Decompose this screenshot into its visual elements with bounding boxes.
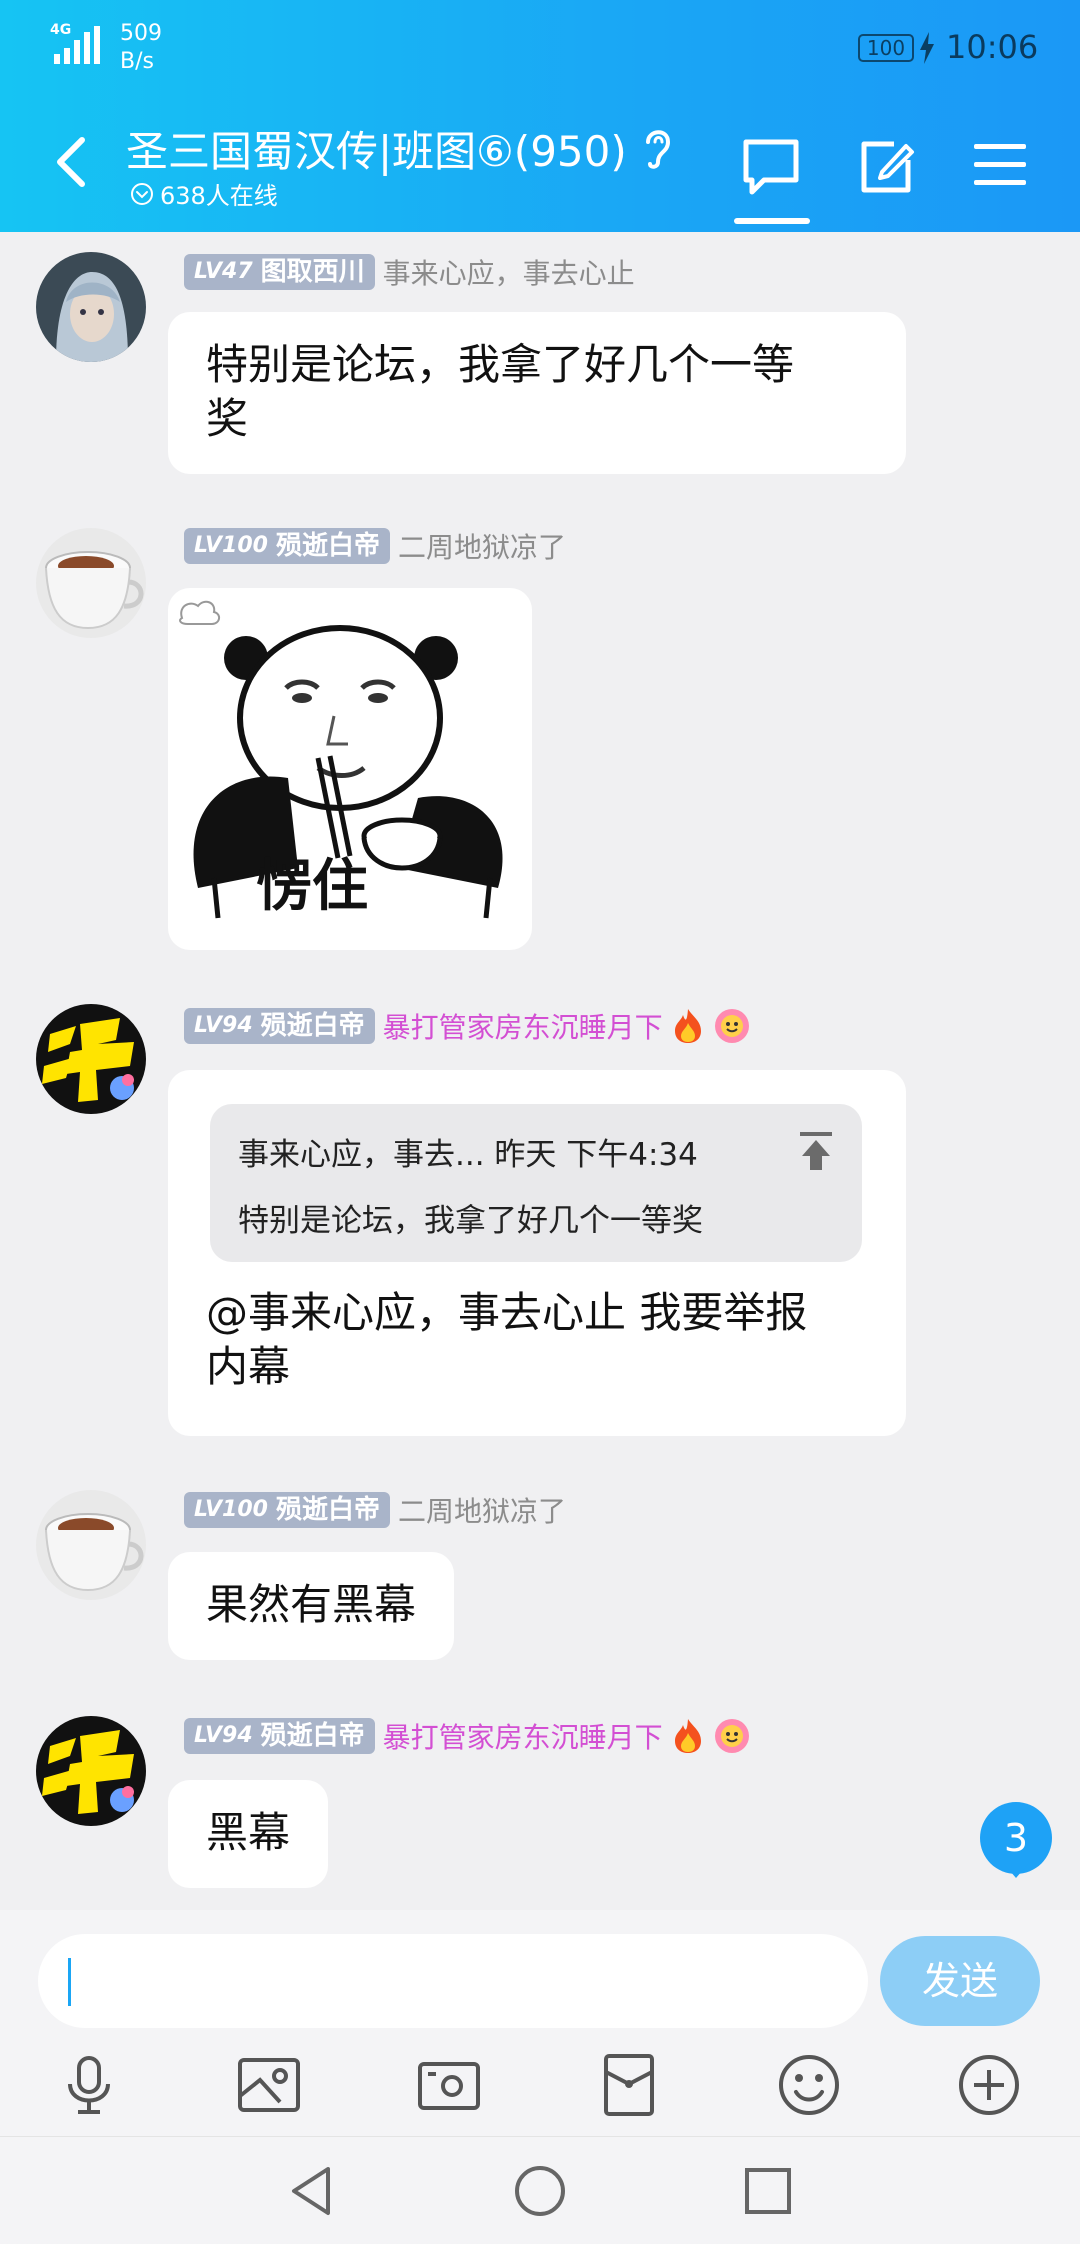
sender-name: 殒逝白帝 — [260, 1721, 365, 1751]
back-icon[interactable] — [48, 132, 98, 192]
sender-meta: LV47 图取西川 事来心应，事去心止 — [184, 254, 635, 290]
avatar-image — [36, 1490, 146, 1600]
quote-header: 事来心应，事去... 昨天 下午4:34 — [238, 1137, 698, 1173]
active-tab-indicator — [734, 218, 810, 224]
level-badge: LV94 殒逝白帝 — [184, 1718, 375, 1754]
clock: 10:06 — [946, 28, 1039, 66]
photo-icon[interactable] — [234, 2050, 304, 2120]
group-title[interactable]: 圣三国蜀汉传|班图⑥(950) — [126, 118, 627, 179]
flower-face-icon — [714, 1719, 749, 1753]
level-text: LV94 — [194, 1723, 253, 1748]
message-line: @事来心应，事去心止 我要举报 — [206, 1288, 808, 1337]
member-title: 暴打管家房东沉睡月下 — [382, 1721, 663, 1754]
mic-icon[interactable] — [54, 2050, 124, 2120]
emoji-icon[interactable] — [774, 2050, 844, 2120]
online-icon — [131, 182, 153, 205]
status-bar: 4G 509 B/s 100 10:06 — [0, 0, 1080, 96]
flower-face-icon — [714, 1009, 749, 1043]
nav-back-icon[interactable] — [284, 2163, 340, 2219]
nav-home-icon[interactable] — [512, 2163, 568, 2219]
chat-icon[interactable] — [740, 136, 802, 198]
sender-name: 殒逝白帝 — [260, 1011, 365, 1041]
signal-icon — [54, 26, 100, 64]
sender-name: 殒逝白帝 — [275, 1495, 380, 1525]
message-text: 黑幕 — [206, 1808, 291, 1857]
message-bubble[interactable]: 黑幕 — [168, 1780, 329, 1888]
plus-icon[interactable] — [954, 2050, 1024, 2120]
red-packet-icon[interactable] — [594, 2050, 664, 2120]
speed-value: 509 — [120, 21, 162, 46]
avatar-image — [36, 1004, 146, 1114]
member-title: 二周地狱凉了 — [397, 1495, 566, 1528]
level-text: LV94 — [194, 1013, 253, 1038]
fire-icon — [674, 1009, 701, 1043]
sticker-caption: 愣住 — [256, 854, 368, 919]
composer: 发送 — [0, 1910, 1080, 2136]
message-bubble[interactable]: 特别是论坛，我拿了好几个一等 奖 — [168, 312, 906, 474]
message-input[interactable] — [38, 1934, 868, 2028]
text-caret — [68, 1958, 71, 2006]
speed-unit: B/s — [120, 49, 154, 74]
fire-icon — [674, 1719, 701, 1753]
jump-to-top-icon[interactable] — [796, 1130, 836, 1172]
message-bubble[interactable]: 果然有黑幕 — [168, 1552, 455, 1660]
network-speed: 509 B/s — [120, 20, 162, 76]
sender-meta: LV100 殒逝白帝 二周地狱凉了 — [184, 1492, 566, 1528]
avatar-image — [36, 252, 146, 362]
sender-meta: LV100 殒逝白帝 二周地狱凉了 — [184, 528, 566, 564]
reply-bubble[interactable]: 事来心应，事去... 昨天 下午4:34 特别是论坛，我拿了好几个一等奖 @事来… — [168, 1070, 906, 1436]
member-title: 二周地狱凉了 — [397, 531, 566, 564]
avatar[interactable] — [36, 252, 146, 362]
member-title: 事来心应，事去心止 — [382, 257, 635, 290]
avatar[interactable] — [36, 528, 146, 638]
compose-icon[interactable] — [856, 136, 916, 196]
message-line: 内幕 — [206, 1342, 291, 1391]
avatar[interactable] — [36, 1490, 146, 1600]
level-text: LV100 — [194, 1497, 268, 1522]
sender-meta: LV94 殒逝白帝 暴打管家房东沉睡月下 — [184, 1008, 751, 1044]
message-text: 果然有黑幕 — [206, 1580, 417, 1629]
sender-meta: LV94 殒逝白帝 暴打管家房东沉睡月下 — [184, 1718, 751, 1754]
app-header: 4G 509 B/s 100 10:06 圣三国蜀汉传|班图⑥(950) 638… — [0, 0, 1080, 232]
quoted-message[interactable]: 事来心应，事去... 昨天 下午4:34 特别是论坛，我拿了好几个一等奖 — [210, 1104, 862, 1262]
battery-icon: 100 — [858, 34, 914, 62]
avatar-image — [36, 528, 146, 638]
charging-icon — [920, 32, 934, 64]
sticker-bubble[interactable]: 愣住 — [168, 588, 532, 950]
send-button[interactable]: 发送 — [880, 1936, 1040, 2026]
sender-name: 图取西川 — [260, 257, 365, 287]
nav-recents-icon[interactable] — [740, 2163, 796, 2219]
member-title: 暴打管家房东沉睡月下 — [382, 1011, 663, 1044]
sender-name: 殒逝白帝 — [275, 531, 380, 561]
level-badge: LV47 图取西川 — [184, 254, 375, 290]
quote-body: 特别是论坛，我拿了好几个一等奖 — [238, 1203, 703, 1239]
level-text: LV100 — [194, 533, 268, 558]
avatar[interactable] — [36, 1716, 146, 1826]
system-nav-bar — [0, 2136, 1080, 2244]
level-badge: LV94 殒逝白帝 — [184, 1008, 375, 1044]
online-count: 638人在线 — [160, 182, 278, 210]
message-line: 奖 — [206, 394, 249, 443]
reply-text: @事来心应，事去心止 我要举报 内幕 — [206, 1286, 807, 1394]
menu-icon[interactable] — [972, 140, 1028, 190]
message-line: 特别是论坛，我拿了好几个一等 — [206, 340, 795, 389]
ear-icon[interactable] — [638, 124, 678, 172]
level-badge: LV100 殒逝白帝 — [184, 528, 390, 564]
level-text: LV47 — [194, 259, 253, 284]
unread-badge-tail — [1004, 1864, 1028, 1878]
online-status[interactable]: 638人在线 — [130, 176, 278, 211]
camera-icon[interactable] — [414, 2050, 484, 2120]
avatar[interactable] — [36, 1004, 146, 1114]
level-badge: LV100 殒逝白帝 — [184, 1492, 390, 1528]
avatar-image — [36, 1716, 146, 1826]
